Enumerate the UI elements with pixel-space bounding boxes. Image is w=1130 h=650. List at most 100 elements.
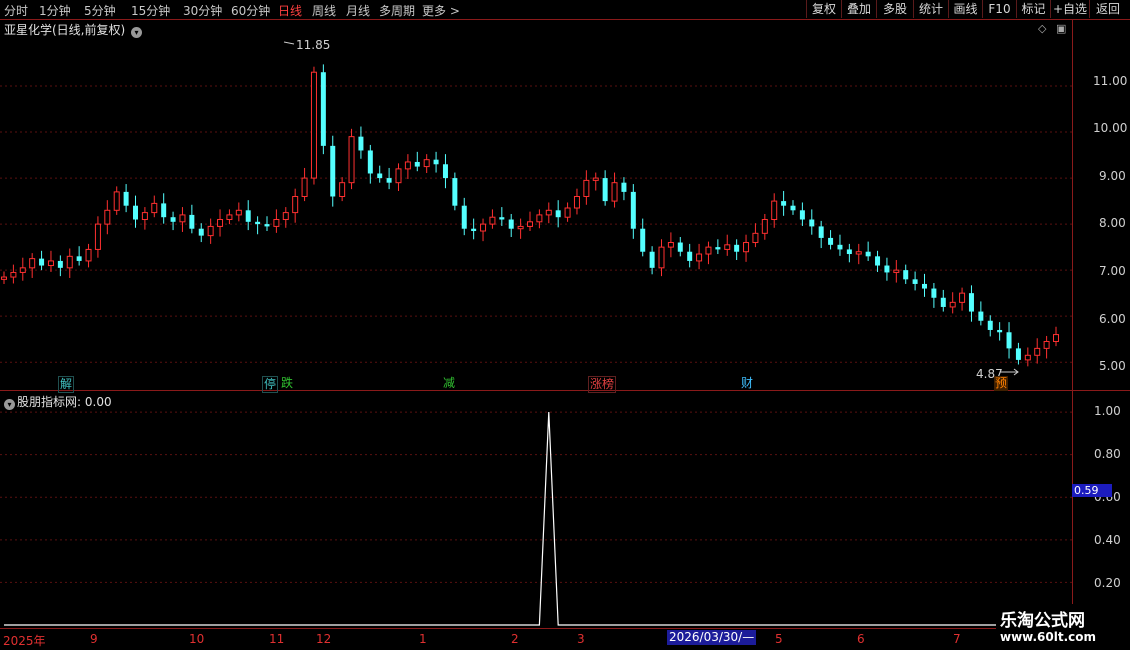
date-tick: 7 bbox=[953, 632, 961, 646]
candle-body bbox=[189, 214, 195, 229]
candle-body bbox=[207, 225, 214, 237]
statistics-button[interactable]: 统计 bbox=[913, 0, 948, 18]
date-tick: 9 bbox=[90, 632, 98, 646]
candle-body bbox=[461, 205, 467, 229]
candle-body bbox=[743, 242, 750, 253]
candle-body bbox=[875, 256, 881, 266]
candle-body bbox=[771, 200, 778, 221]
period-tab-1min[interactable]: 1分钟 bbox=[39, 2, 71, 19]
indicator-chart[interactable] bbox=[0, 391, 1072, 628]
candle-body bbox=[273, 219, 280, 227]
mark-button[interactable]: 标记 bbox=[1016, 0, 1050, 18]
multi-stock-button[interactable]: 多股 bbox=[876, 0, 913, 18]
candle-body bbox=[818, 226, 824, 238]
date-tick: 3 bbox=[577, 632, 585, 646]
period-tab-daily[interactable]: 日线 bbox=[278, 2, 302, 19]
candle-body bbox=[47, 260, 54, 267]
candle-body bbox=[235, 209, 242, 216]
candle-body bbox=[404, 161, 411, 170]
add-watchlist-button[interactable]: +自选 bbox=[1050, 0, 1089, 18]
watermark-title: 乐淘公式网 bbox=[1000, 611, 1085, 631]
top-toolbar: 分时 1分钟 5分钟 15分钟 30分钟 60分钟 日线 周线 月线 多周期 更… bbox=[0, 0, 1130, 20]
candle-body bbox=[358, 136, 364, 151]
candle-body bbox=[987, 320, 993, 330]
candle-body bbox=[555, 210, 561, 218]
event-tag-finance[interactable]: 财 bbox=[740, 376, 754, 391]
candle-body bbox=[865, 251, 871, 257]
current-value-badge: 0.59 bbox=[1072, 484, 1112, 497]
candle-body bbox=[724, 244, 731, 250]
period-tab-monthly[interactable]: 月线 bbox=[346, 2, 370, 19]
candle-body bbox=[113, 191, 120, 211]
candle-body bbox=[133, 205, 138, 220]
candle-body bbox=[602, 178, 608, 202]
candle-body bbox=[884, 265, 890, 273]
event-tag-forecast[interactable]: 预 bbox=[994, 376, 1009, 391]
date-tick: 2025年 bbox=[3, 634, 46, 648]
candle-body bbox=[414, 161, 420, 167]
candle-body bbox=[940, 297, 946, 307]
candle-body bbox=[320, 72, 326, 146]
candle-body bbox=[592, 177, 599, 181]
candle-body bbox=[1034, 347, 1041, 356]
overlay-button[interactable]: 叠加 bbox=[841, 0, 876, 18]
panel-border-bottom bbox=[0, 628, 1130, 629]
axis-divider bbox=[1072, 19, 1073, 629]
indicator-line bbox=[4, 412, 1056, 626]
candle-body bbox=[536, 214, 543, 223]
candle-body bbox=[1006, 332, 1012, 349]
candle-body bbox=[761, 219, 768, 234]
candle-body bbox=[386, 178, 392, 183]
candle-body bbox=[1053, 334, 1059, 342]
candle-body bbox=[1015, 348, 1021, 360]
price-tick: 8.00 bbox=[1099, 216, 1126, 230]
candle-body bbox=[57, 260, 63, 268]
candle-body bbox=[658, 246, 665, 269]
period-tab-more[interactable]: 更多 > bbox=[422, 2, 460, 19]
restore-rights-button[interactable]: 复权 bbox=[806, 0, 841, 18]
candle-body bbox=[573, 195, 580, 209]
candlestick-chart[interactable] bbox=[0, 20, 1072, 390]
event-tag-reduce[interactable]: 减 bbox=[442, 376, 456, 391]
candle-body bbox=[433, 159, 439, 165]
candle-body bbox=[855, 251, 862, 255]
draw-line-button[interactable]: 画线 bbox=[948, 0, 982, 18]
period-tab-multi[interactable]: 多周期 bbox=[379, 2, 415, 19]
candle-body bbox=[348, 136, 355, 184]
indicator-tick: 0.20 bbox=[1094, 576, 1121, 590]
candle-body bbox=[226, 214, 233, 221]
candle-body bbox=[837, 244, 843, 250]
candle-body bbox=[489, 216, 496, 225]
candle-body bbox=[66, 255, 73, 269]
period-tab-30min[interactable]: 30分钟 bbox=[183, 2, 222, 19]
candle-body bbox=[123, 191, 129, 206]
candle-body bbox=[752, 232, 759, 244]
candle-body bbox=[10, 271, 17, 278]
candle-body bbox=[611, 182, 618, 202]
candle-body bbox=[828, 237, 834, 245]
period-tab-60min[interactable]: 60分钟 bbox=[231, 2, 270, 19]
candle-body bbox=[499, 217, 505, 220]
period-tab-fenshi[interactable]: 分时 bbox=[4, 2, 28, 19]
event-tag-fall[interactable]: 跌 bbox=[280, 376, 294, 391]
candle-body bbox=[781, 201, 787, 206]
candle-body bbox=[198, 228, 204, 236]
candle-body bbox=[677, 242, 683, 252]
period-tab-15min[interactable]: 15分钟 bbox=[131, 2, 170, 19]
candle-body bbox=[959, 292, 966, 303]
candle-body bbox=[978, 311, 984, 321]
f10-button[interactable]: F10 bbox=[982, 0, 1016, 18]
candle-body bbox=[452, 178, 458, 206]
candle-body bbox=[621, 182, 627, 192]
candle-body bbox=[667, 242, 674, 248]
back-button[interactable]: 返回 bbox=[1089, 0, 1126, 18]
period-tab-5min[interactable]: 5分钟 bbox=[84, 2, 116, 19]
price-tick: 7.00 bbox=[1099, 264, 1126, 278]
candle-body bbox=[377, 173, 383, 179]
indicator-tick: 0.80 bbox=[1094, 447, 1121, 461]
price-tick: 5.00 bbox=[1099, 359, 1126, 373]
candle-body bbox=[564, 207, 571, 218]
candle-body bbox=[85, 248, 92, 262]
period-tab-weekly[interactable]: 周线 bbox=[312, 2, 336, 19]
candle-body bbox=[809, 219, 815, 227]
